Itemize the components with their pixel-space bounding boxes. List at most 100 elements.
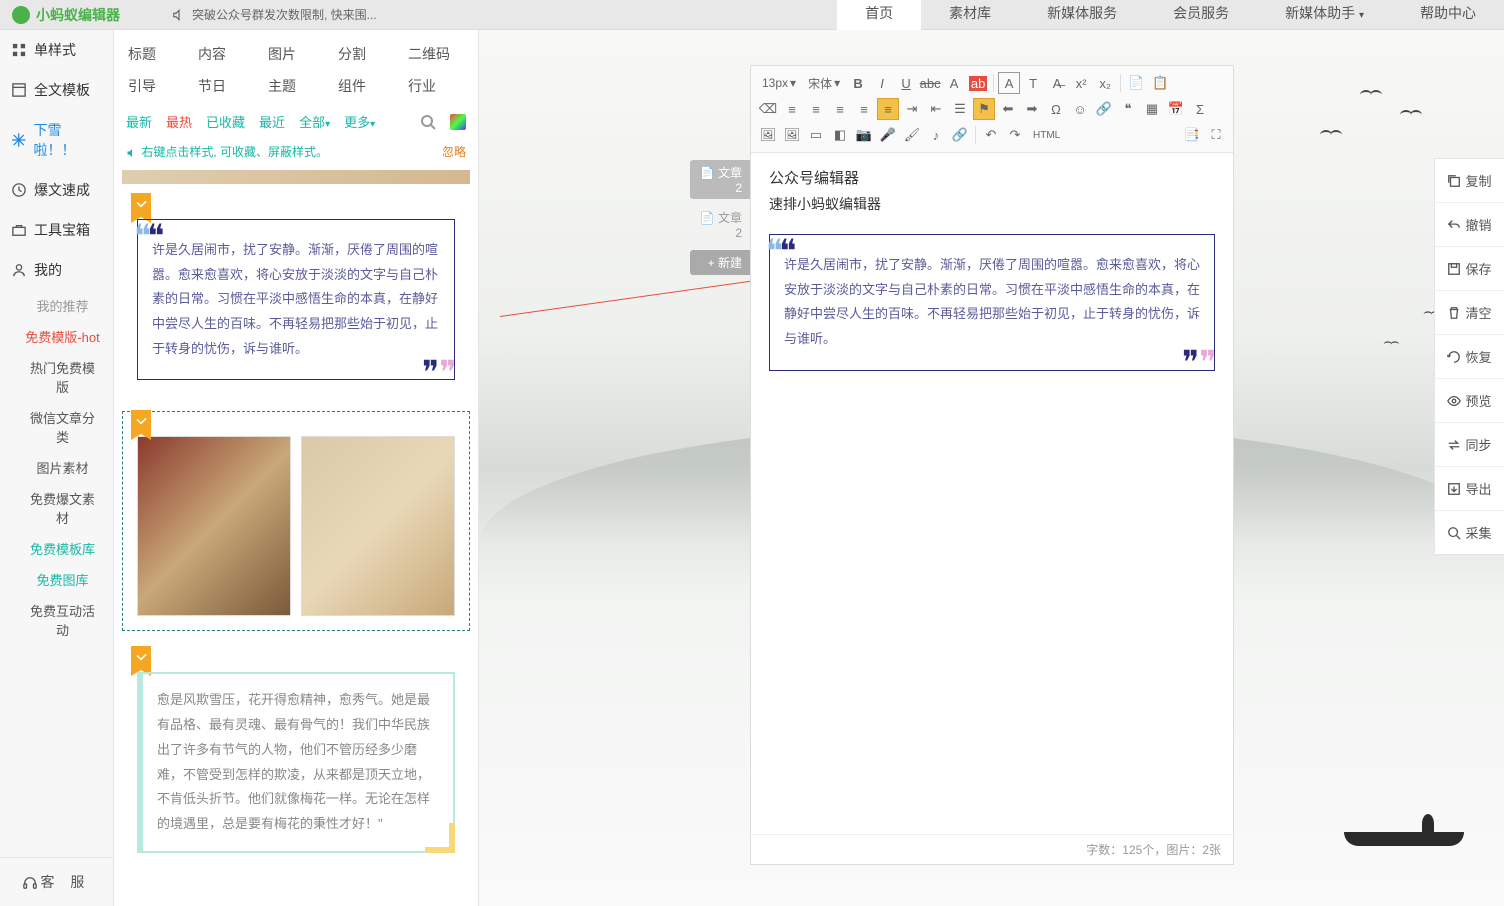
action-sync[interactable]: 同步 [1435,423,1504,467]
filter-fav[interactable]: 已收藏 [206,112,245,131]
sub-image-mat[interactable]: 图片素材 [0,452,113,483]
paste-button[interactable]: 📋 [1149,72,1171,94]
template-image-grid-card[interactable] [122,411,470,631]
align-left-button[interactable]: ≡ [781,98,803,120]
nav-media-service[interactable]: 新媒体服务 [1019,0,1145,31]
clear-format-button[interactable]: A̶ [1046,72,1068,94]
nav-assistant[interactable]: 新媒体助手 ▾ [1257,0,1392,31]
sub-free-hot[interactable]: 免费模版-hot [0,321,113,352]
filter-new[interactable]: 最新 [126,112,152,131]
font-case-button[interactable]: T [1022,72,1044,94]
side-mine[interactable]: 我的 [0,250,113,290]
align-right-button[interactable]: ≡ [829,98,851,120]
calendar-button[interactable]: 📅 [1165,98,1187,120]
gallery-button[interactable]: 🖼 [781,124,803,146]
tab-divider[interactable]: 分割 [328,38,398,70]
font-family-select[interactable]: 宋体 ▾ [803,73,845,94]
redo-button[interactable]: ↷ [1004,124,1026,146]
nav-home[interactable]: 首页 [837,0,921,31]
new-doc-button[interactable]: 📄 [1125,72,1147,94]
editor-title[interactable]: 公众号编辑器 [769,167,1215,188]
color-picker-icon[interactable] [450,114,466,130]
table-button[interactable]: ▦ [1141,98,1163,120]
sub-recommend[interactable]: 我的推荐 [0,290,113,321]
template-list[interactable]: ❝❝ 许是久居闹市，扰了安静。渐渐，厌倦了周围的喧嚣。愈来愈喜欢，将心安放于淡淡… [114,166,478,906]
editor-block-text[interactable]: 许是久居闹市，扰了安静。渐渐，厌倦了周围的喧嚣。愈来愈喜欢，将心安放于淡淡的文字… [784,257,1200,346]
doc-tab-1[interactable]: 📄 文章2 [690,160,750,199]
template-border-card[interactable]: 愈是风欺雪压，花开得愈精神，愈秀气。她是最有品格、最有灵魂、最有骨气的！我们中华… [122,647,470,867]
tab-guide[interactable]: 引导 [118,70,188,102]
tab-content[interactable]: 内容 [188,38,258,70]
mic-button[interactable]: 🎤 [877,124,899,146]
underline-button[interactable]: U [895,72,917,94]
crop-button[interactable]: ◧ [829,124,851,146]
action-undo[interactable]: 撤销 [1435,203,1504,247]
html-view-button[interactable]: HTML [1028,128,1065,143]
tab-image[interactable]: 图片 [258,38,328,70]
logo[interactable]: 小蚂蚁编辑器 [0,5,132,25]
subscript-button[interactable]: x₂ [1094,72,1116,94]
action-collect[interactable]: 采集 [1435,511,1504,554]
nav-materials[interactable]: 素材库 [921,0,1019,31]
text-style-button[interactable]: A [998,72,1020,94]
align-active-button[interactable]: ≡ [877,98,899,120]
nav-member[interactable]: 会员服务 [1145,0,1257,31]
tab-industry[interactable]: 行业 [398,70,468,102]
sub-free-template[interactable]: 免费模板库 [0,533,113,564]
eraser-button[interactable]: ⌫ [757,98,779,120]
nav-help[interactable]: 帮助中心 [1392,0,1504,31]
action-restore[interactable]: 恢复 [1435,335,1504,379]
undo-button[interactable]: ↶ [980,124,1002,146]
action-clear[interactable]: 清空 [1435,291,1504,335]
filter-all[interactable]: 全部▾ [299,112,330,131]
tab-qrcode[interactable]: 二维码 [398,38,468,70]
doc-new-button[interactable]: + 新建 [690,250,750,275]
action-copy[interactable]: 复制 [1435,159,1504,203]
superscript-button[interactable]: x² [1070,72,1092,94]
quote-button[interactable]: ❝ [1117,98,1139,120]
action-save[interactable]: 保存 [1435,247,1504,291]
editor-content[interactable]: 公众号编辑器 速排小蚂蚁编辑器 ❝❝ 许是久居闹市，扰了安静。渐渐，厌倦了周围的… [751,153,1233,834]
side-hot-article[interactable]: 爆文速成 [0,170,113,210]
video-button[interactable]: ▭ [805,124,827,146]
sub-free-activity[interactable]: 免费互动活动 [0,595,113,645]
flag-button[interactable]: ⚑ [973,98,995,120]
bookmark-out-button[interactable]: ➡ [1021,98,1043,120]
camera-button[interactable]: 📷 [853,124,875,146]
side-snow[interactable]: 下雪啦！！ [0,110,113,170]
emoji-button[interactable]: ☺ [1069,98,1091,120]
sigma-button[interactable]: Σ [1189,98,1211,120]
filter-hot[interactable]: 最热 [166,112,192,131]
outdent-button[interactable]: ⇤ [925,98,947,120]
customer-service[interactable]: 客 服 [0,857,113,906]
side-full-template[interactable]: 全文模板 [0,70,113,110]
bg-color-button[interactable]: ab [967,72,989,94]
search-icon[interactable] [420,114,436,130]
doc-tab-2[interactable]: 📄 文章2 [690,205,750,244]
template-item-top[interactable] [122,170,470,184]
image-button[interactable]: 🖼 [757,124,779,146]
bold-button[interactable]: B [847,72,869,94]
editor-quote-block[interactable]: ❝❝ 许是久居闹市，扰了安静。渐渐，厌倦了周围的喧嚣。愈来愈喜欢，将心安放于淡淡… [769,234,1215,371]
brush-button[interactable]: 🖌 [901,124,923,146]
indent-button[interactable]: ⇥ [901,98,923,120]
side-toolbox[interactable]: 工具宝箱 [0,210,113,250]
align-justify-button[interactable]: ≡ [853,98,875,120]
font-color-button[interactable]: A [943,72,965,94]
music-button[interactable]: ♪ [925,124,947,146]
sub-free-article[interactable]: 免费爆文素材 [0,483,113,533]
font-size-select[interactable]: 13px ▾ [757,74,801,92]
sub-free-gallery[interactable]: 免费图库 [0,564,113,595]
link-button[interactable]: 🔗 [1093,98,1115,120]
tab-title[interactable]: 标题 [118,38,188,70]
action-preview[interactable]: 预览 [1435,379,1504,423]
tab-festival[interactable]: 节日 [188,70,258,102]
tab-component[interactable]: 组件 [328,70,398,102]
filter-more[interactable]: 更多▾ [344,112,375,131]
tab-theme[interactable]: 主题 [258,70,328,102]
italic-button[interactable]: I [871,72,893,94]
announcement[interactable]: 突破公众号群发次数限制, 快来围... [172,6,377,23]
bookmark-in-button[interactable]: ⬅ [997,98,1019,120]
sub-hot-free[interactable]: 热门免费模版 [0,352,113,402]
align-center-button[interactable]: ≡ [805,98,827,120]
